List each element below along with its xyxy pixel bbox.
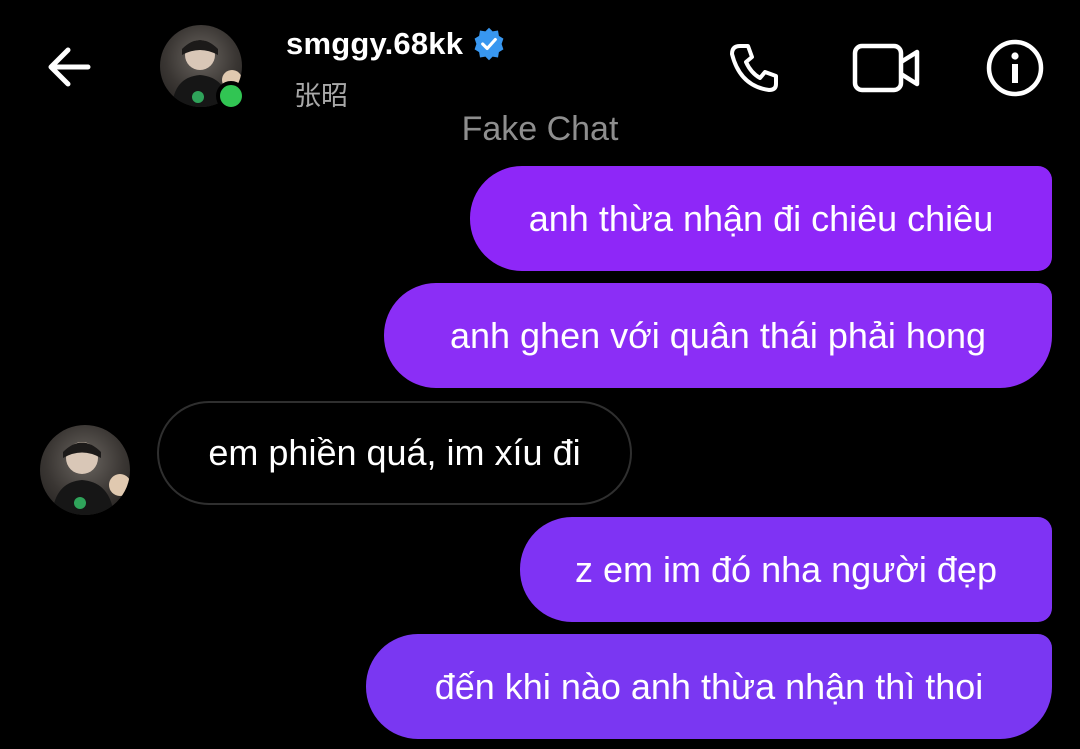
contact-name-row[interactable]: smggy.68kk [286, 26, 507, 62]
outgoing-message[interactable]: anh thừa nhận đi chiêu chiêu [470, 166, 1052, 271]
message-text: anh ghen với quân thái phải hong [449, 314, 987, 356]
avatar-image [40, 425, 130, 515]
back-button[interactable] [40, 38, 98, 96]
online-status-dot [216, 81, 246, 111]
outgoing-message[interactable]: anh ghen với quân thái phải hong [384, 283, 1052, 388]
phone-icon [730, 44, 778, 92]
outgoing-message[interactable]: z em im đó nha người đẹp [520, 517, 1052, 622]
message-text: z em im đó nha người đẹp [575, 548, 997, 590]
outgoing-message[interactable]: đến khi nào anh thừa nhận thì thoi [366, 634, 1052, 739]
contact-avatar[interactable] [160, 25, 246, 111]
sender-avatar[interactable] [40, 425, 130, 515]
message-text: em phiền quá, im xíu đi [208, 432, 581, 473]
message-text: đến khi nào anh thừa nhận thì thoi [434, 665, 984, 707]
video-call-button[interactable] [850, 38, 924, 98]
incoming-message[interactable]: em phiền quá, im xíu đi [157, 401, 632, 505]
audio-call-button[interactable] [724, 38, 784, 98]
info-button[interactable] [985, 38, 1045, 98]
contact-username: smggy.68kk [286, 26, 464, 61]
video-camera-icon [852, 43, 920, 93]
contact-subname: 张昭 [294, 81, 348, 111]
message-text: anh thừa nhận đi chiêu chiêu [528, 197, 994, 239]
info-icon [986, 39, 1044, 97]
arrow-left-icon [48, 47, 91, 87]
watermark-label: Fake Chat [461, 110, 619, 148]
verified-badge-icon [474, 27, 504, 61]
